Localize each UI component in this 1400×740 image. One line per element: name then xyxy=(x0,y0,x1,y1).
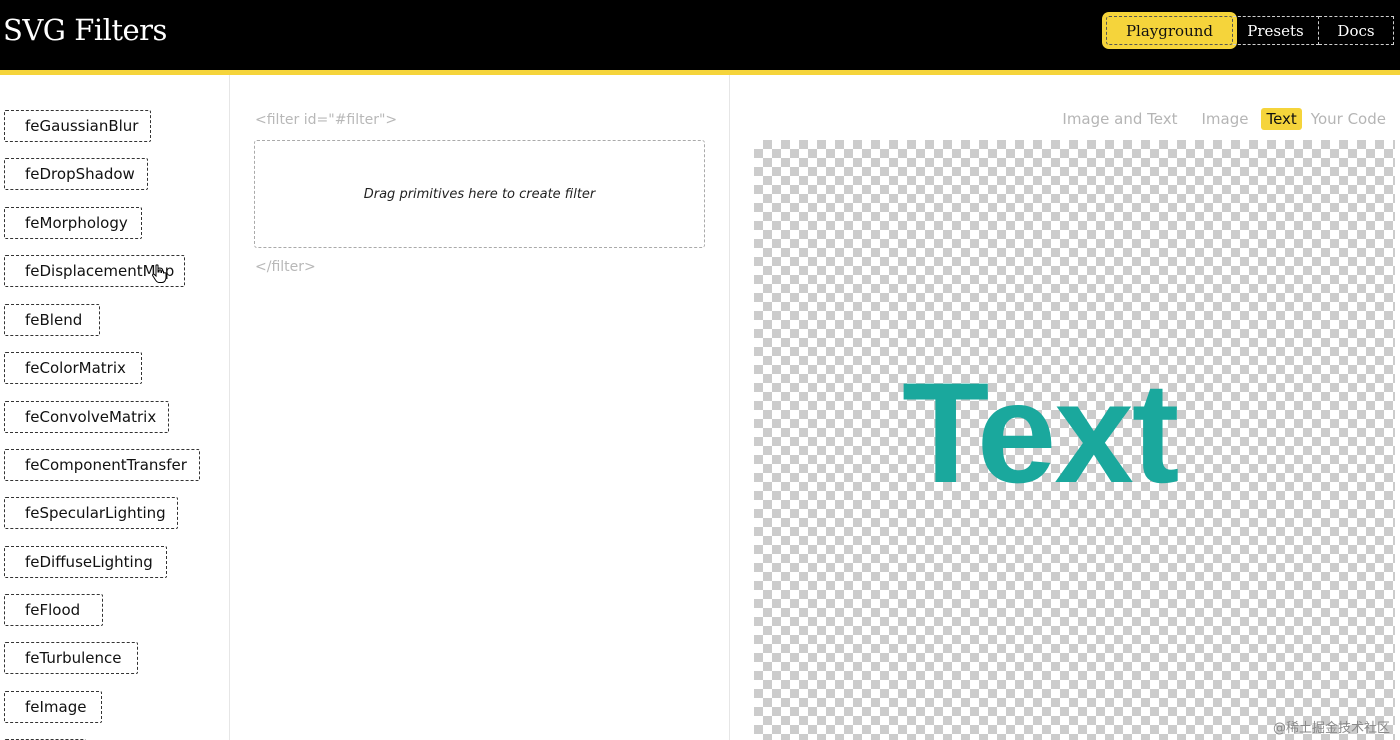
primitive-fecolormatrix[interactable]: feColorMatrix xyxy=(4,352,142,384)
primitive-feflood[interactable]: feFlood xyxy=(4,594,103,626)
primitive-fedropshadow[interactable]: feDropShadow xyxy=(4,158,148,190)
column-divider xyxy=(229,75,230,740)
primitive-feconvolvematrix[interactable]: feConvolveMatrix xyxy=(4,401,169,433)
app-header: SVG Filters Playground Presets Docs xyxy=(0,0,1400,70)
primitive-feturbulence[interactable]: feTurbulence xyxy=(4,642,138,674)
app-title: SVG Filters xyxy=(3,13,167,47)
column-divider xyxy=(729,75,730,740)
nav-docs[interactable]: Docs xyxy=(1319,16,1394,45)
preview-tabs: Image and Text Image Text Your Code xyxy=(1043,108,1391,130)
primitive-fegaussianblur[interactable]: feGaussianBlur xyxy=(4,110,151,142)
nav-presets[interactable]: Presets xyxy=(1233,16,1319,45)
primitive-femorphology[interactable]: feMorphology xyxy=(4,207,142,239)
tab-image-and-text[interactable]: Image and Text xyxy=(1057,108,1182,130)
tab-text[interactable]: Text xyxy=(1261,108,1302,130)
primitive-fecomponenttransfer[interactable]: feComponentTransfer xyxy=(4,449,200,481)
primitive-fediffuselighting[interactable]: feDiffuseLighting xyxy=(4,546,167,578)
preview-sample-text: Text xyxy=(902,354,1179,513)
tab-image[interactable]: Image xyxy=(1196,108,1253,130)
primitive-feimage[interactable]: feImage xyxy=(4,691,102,723)
main-nav: Playground Presets Docs xyxy=(1106,16,1394,45)
filter-dropzone[interactable]: Drag primitives here to create filter xyxy=(254,140,705,248)
primitive-fespecularlighting[interactable]: feSpecularLighting xyxy=(4,497,178,529)
watermark: @稀土掘金技术社区 xyxy=(1272,721,1390,736)
nav-playground[interactable]: Playground xyxy=(1106,16,1233,45)
primitive-feblend[interactable]: feBlend xyxy=(4,304,100,336)
filter-open-tag: <filter id="#filter"> xyxy=(255,112,398,128)
hand-pointer-icon xyxy=(151,264,167,283)
tab-your-code[interactable]: Your Code xyxy=(1306,108,1391,130)
dropzone-hint: Drag primitives here to create filter xyxy=(363,186,596,202)
preview-canvas: Text xyxy=(754,140,1395,740)
filter-close-tag: </filter> xyxy=(255,259,316,275)
primitives-sidebar: feGaussianBlur feDropShadow feMorphology… xyxy=(0,75,229,740)
